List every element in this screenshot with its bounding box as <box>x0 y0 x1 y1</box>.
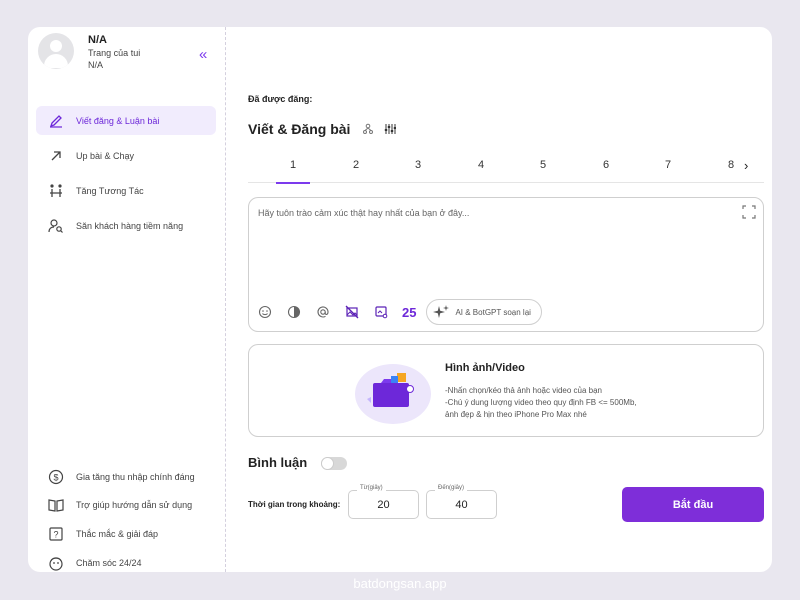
sidebar-item-support[interactable]: Chăm sóc 24/24 <box>36 548 216 572</box>
dollar-icon: $ <box>48 469 64 485</box>
from-seconds-label: Từ(giây) <box>357 485 386 491</box>
arrow-up-right-icon <box>48 148 64 164</box>
expand-icon[interactable] <box>742 205 756 224</box>
comment-label: Bình luận <box>248 455 308 470</box>
sidebar-item-upload-run[interactable]: Up bài & Chạy <box>36 141 216 170</box>
tab-7[interactable]: 7 <box>651 159 685 171</box>
ai-rewrite-label: AI & BotGPT soạn lại <box>455 307 531 317</box>
tab-3[interactable]: 3 <box>401 159 435 171</box>
sidebar-item-interaction[interactable]: Tăng Tương Tác <box>36 176 216 205</box>
main-panel: Đã được đăng: Viết & Đăng bài 1 2 3 4 5 … <box>226 27 772 572</box>
tab-8[interactable]: 8 <box>714 159 748 171</box>
interaction-icon <box>48 183 64 199</box>
to-seconds-field: Đến(giây) <box>426 485 497 519</box>
post-tabs: 1 2 3 4 5 6 7 8 › <box>248 151 764 184</box>
avatar <box>38 33 74 69</box>
svg-text:?: ? <box>53 529 58 539</box>
sidebar-item-income[interactable]: $ Gia tăng thu nhập chính đáng <box>36 462 216 491</box>
sidebar-item-label: Gia tăng thu nhập chính đáng <box>76 471 195 482</box>
tab-5[interactable]: 5 <box>526 159 560 171</box>
posted-label: Đã được đăng: <box>248 94 313 104</box>
post-content-input[interactable] <box>258 208 718 288</box>
ai-rewrite-button[interactable]: AI & BotGPT soạn lại <box>426 299 542 325</box>
title-row: Viết & Đăng bài <box>248 121 397 137</box>
book-icon <box>48 497 64 513</box>
media-description-line: -Chú ý dung lượng video theo quy định FB… <box>445 398 637 407</box>
user-search-icon <box>48 218 64 234</box>
support-icon <box>48 555 64 571</box>
profile[interactable]: N/A Trang của tui N/A <box>38 33 218 73</box>
settings-sliders-icon[interactable] <box>384 123 397 135</box>
collapse-sidebar-icon[interactable]: « <box>199 47 207 62</box>
time-range-label: Thời gian trong khoảng: <box>248 500 341 509</box>
profile-name: N/A <box>88 34 107 46</box>
to-seconds-label: Đến(giây) <box>435 485 468 491</box>
folder-illustration <box>355 364 431 424</box>
post-editor: 25 AI & BotGPT soạn lại <box>248 197 764 332</box>
media-upload-area[interactable]: Hình ảnh/Video -Nhấn chọn/kéo thả ảnh ho… <box>248 344 764 437</box>
sidebar-item-faq[interactable]: ? Thắc mắc & giải đáp <box>36 519 216 548</box>
comment-toggle[interactable] <box>321 457 347 470</box>
sidebar-item-label: Up bài & Chạy <box>76 150 135 161</box>
sidebar-item-hunt-customers[interactable]: Săn khách hàng tiềm năng <box>36 211 216 240</box>
editor-toolbar: 25 AI & BotGPT soạn lại <box>257 299 542 325</box>
media-description: -Nhấn chọn/kéo thả ảnh hoặc video của bạ… <box>445 385 637 421</box>
from-seconds-input[interactable] <box>351 495 416 514</box>
sidebar-item-label: Thắc mắc & giải đáp <box>76 528 159 539</box>
toggle-knob <box>321 457 334 470</box>
sidebar-item-label: Chăm sóc 24/24 <box>76 557 142 568</box>
svg-text:$: $ <box>53 472 58 482</box>
tab-4[interactable]: 4 <box>464 159 498 171</box>
contrast-icon[interactable] <box>286 304 302 320</box>
mention-icon[interactable] <box>315 304 331 320</box>
avatar-body <box>44 54 68 68</box>
sidebar-item-label: Viết đăng & Luận bài <box>76 115 160 126</box>
sidebar: N/A Trang của tui N/A « Viết đăng & Luận… <box>28 27 226 572</box>
from-seconds-field: Từ(giây) <box>348 485 419 519</box>
tab-6[interactable]: 6 <box>589 159 623 171</box>
tab-2[interactable]: 2 <box>339 159 373 171</box>
sidebar-item-label: Săn khách hàng tiềm năng <box>76 220 184 231</box>
question-icon: ? <box>48 526 64 542</box>
tab-1[interactable]: 1 <box>276 159 310 184</box>
watermark: batdongsan.app <box>353 576 447 591</box>
avatar-head <box>50 40 62 52</box>
profile-subtitle: Trang của tui <box>88 48 141 58</box>
sparkle-icon <box>433 305 450 318</box>
media-description-line: ảnh đẹp & hịn theo iPhone Pro Max nhé <box>445 410 587 419</box>
sidebar-item-label: Tăng Tương Tác <box>76 185 144 196</box>
page-title: Viết & Đăng bài <box>248 121 351 137</box>
start-button[interactable]: Bắt đầu <box>622 487 764 522</box>
media-title: Hình ảnh/Video <box>445 362 525 374</box>
sidebar-item-write-post[interactable]: Viết đăng & Luận bài <box>36 106 216 135</box>
users-icon[interactable] <box>362 123 374 135</box>
emoji-icon[interactable] <box>257 304 273 320</box>
to-seconds-input[interactable] <box>429 495 494 514</box>
app-window: N/A Trang của tui N/A « Viết đăng & Luận… <box>28 27 772 572</box>
media-description-line: -Nhấn chọn/kéo thả ảnh hoặc video của bạ… <box>445 386 603 395</box>
character-count: 25 <box>402 304 417 320</box>
sidebar-item-label: Trợ giúp hướng dẫn sử dụng <box>76 499 193 510</box>
hide-image-icon[interactable] <box>344 304 360 320</box>
chevron-right-icon[interactable]: › <box>744 158 748 173</box>
pen-icon <box>48 113 64 129</box>
image-settings-icon[interactable] <box>373 304 389 320</box>
profile-id: N/A <box>88 60 104 70</box>
sidebar-item-help[interactable]: Trợ giúp hướng dẫn sử dụng <box>36 490 216 519</box>
